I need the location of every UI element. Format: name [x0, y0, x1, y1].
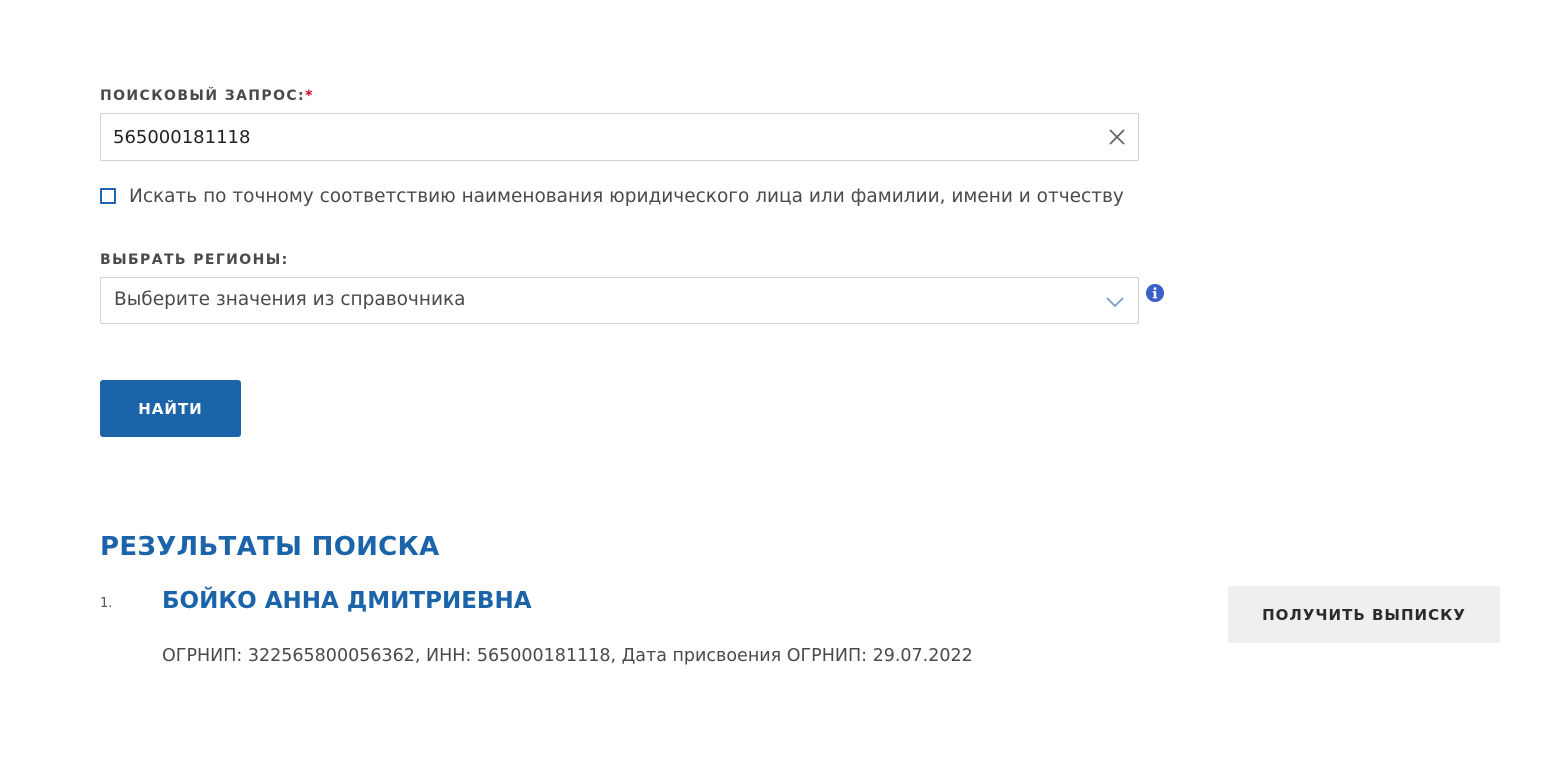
chevron-down-icon	[1105, 294, 1125, 308]
search-page: ПОИСКОВЫЙ ЗАПРОС:* Искать по точному соо…	[0, 0, 1557, 757]
exact-match-option: Искать по точному соответствию наименова…	[100, 184, 1124, 208]
search-field	[100, 113, 1139, 161]
search-label-text: ПОИСКОВЫЙ ЗАПРОС:	[100, 88, 306, 104]
search-label: ПОИСКОВЫЙ ЗАПРОС:*	[100, 88, 314, 104]
exact-match-label[interactable]: Искать по точному соответствию наименова…	[129, 186, 1124, 207]
results-title: РЕЗУЛЬТАТЫ ПОИСКА	[100, 532, 440, 562]
close-icon[interactable]	[1107, 127, 1127, 147]
result-details: ОГРНИП: 322565800056362, ИНН: 5650001811…	[162, 646, 973, 666]
info-icon[interactable]	[1146, 284, 1164, 302]
result-index: 1.	[100, 596, 113, 611]
regions-select[interactable]: Выберите значения из справочника	[100, 277, 1139, 324]
find-button[interactable]: НАЙТИ	[100, 380, 241, 437]
get-extract-button[interactable]: ПОЛУЧИТЬ ВЫПИСКУ	[1228, 586, 1500, 643]
required-mark: *	[305, 88, 314, 104]
result-name-link[interactable]: БОЙКО АННА ДМИТРИЕВНА	[162, 588, 532, 614]
regions-label: ВЫБРАТЬ РЕГИОНЫ:	[100, 252, 289, 268]
search-input[interactable]	[101, 114, 1081, 160]
regions-select-placeholder: Выберите значения из справочника	[114, 289, 466, 310]
exact-match-checkbox[interactable]	[100, 188, 116, 204]
